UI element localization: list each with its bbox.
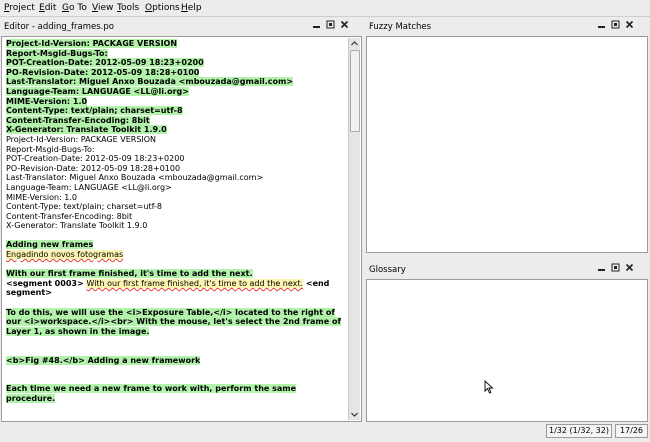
minimize-icon[interactable] bbox=[312, 20, 321, 29]
segment-source: To do this, we will use the <i>Exposure … bbox=[6, 307, 335, 317]
segment-source: our <i>workspace.</i><br> With the mouse… bbox=[6, 317, 341, 327]
fuzzy-matches-panel[interactable] bbox=[366, 36, 648, 253]
menu-project[interactable]: Project bbox=[4, 2, 35, 14]
mouse-pointer-icon bbox=[484, 379, 494, 394]
header-source-line: Content-Type: text/plain; charset=utf-8 bbox=[6, 106, 183, 116]
header-target-line: PO-Revision-Date: 2012-05-09 18:28+0100 bbox=[6, 163, 181, 173]
glossary-pane-controls bbox=[597, 263, 634, 275]
header-target-line: Report-Msgid-Bugs-To: bbox=[6, 144, 95, 154]
menu-goto[interactable]: Go To bbox=[62, 2, 87, 14]
segment-source: Layer 1, as shown in the image. bbox=[6, 326, 150, 336]
status-position: 1/32 (1/32, 32) bbox=[546, 424, 612, 438]
fuzzy-pane-controls bbox=[597, 20, 634, 32]
header-target-line: POT-Creation-Date: 2012-05-09 18:23+0200 bbox=[6, 154, 185, 164]
scrollbar-thumb[interactable] bbox=[350, 50, 360, 132]
menu-tools[interactable]: Tools bbox=[117, 2, 139, 14]
segment-source: Each time we need a new frame to work wi… bbox=[6, 384, 297, 394]
menu-bar: Project Edit Go To View Tools Options He… bbox=[0, 0, 650, 17]
header-target-line: Last-Translator: Miguel Anxo Bouzada <mb… bbox=[6, 173, 264, 183]
header-source-line: POT-Creation-Date: 2012-05-09 18:23+0200 bbox=[6, 58, 204, 68]
header-target-line: Content-Type: text/plain; charset=utf-8 bbox=[6, 202, 162, 212]
restore-icon[interactable] bbox=[611, 263, 620, 272]
header-source-line: MIME-Version: 1.0 bbox=[6, 96, 88, 106]
editor-text-area[interactable]: Project-Id-Version: PACKAGE VERSION Repo… bbox=[4, 39, 347, 419]
glossary-pane-title: Glossary bbox=[369, 265, 406, 275]
editor-scrollbar[interactable] bbox=[348, 38, 360, 420]
segment-end-tag-cont: segment> bbox=[6, 288, 52, 298]
header-target-line: X-Generator: Translate Toolkit 1.9.0 bbox=[6, 221, 148, 231]
editor-pane-title: Editor - adding_frames.po bbox=[4, 22, 114, 32]
close-icon[interactable] bbox=[625, 263, 634, 272]
fuzzy-pane-title: Fuzzy Matches bbox=[369, 22, 432, 32]
editor-pane-controls bbox=[312, 20, 349, 32]
segment-start-tag: <segment 0003> bbox=[6, 278, 84, 288]
segment-target: Engadindo novos fotogramas bbox=[6, 250, 124, 260]
header-source-line: Project-Id-Version: PACKAGE VERSION bbox=[6, 39, 178, 48]
header-source-line: PO-Revision-Date: 2012-05-09 18:28+0100 bbox=[6, 67, 200, 77]
menu-options[interactable]: Options bbox=[145, 2, 180, 14]
header-source-line: Language-Team: LANGUAGE <LL@li.org> bbox=[6, 86, 189, 96]
glossary-panel[interactable] bbox=[366, 279, 648, 422]
scroll-down-arrow-icon[interactable] bbox=[350, 410, 359, 419]
segment-source: With our first frame finished, it's time… bbox=[6, 269, 253, 279]
segment-source: <b>Fig #48.</b> Adding a new framework bbox=[6, 355, 201, 365]
menu-edit[interactable]: Edit bbox=[39, 2, 56, 14]
minimize-icon[interactable] bbox=[597, 20, 606, 29]
header-target-line: MIME-Version: 1.0 bbox=[6, 192, 78, 202]
header-target-line: Language-Team: LANGUAGE <LL@li.org> bbox=[6, 182, 172, 192]
menu-view[interactable]: View bbox=[92, 2, 113, 14]
close-icon[interactable] bbox=[340, 20, 349, 29]
menu-help[interactable]: Help bbox=[181, 2, 202, 14]
header-source-line: X-Generator: Translate Toolkit 1.9.0 bbox=[6, 125, 167, 135]
active-segment[interactable]: <segment 0003> With our first frame fini… bbox=[6, 278, 347, 289]
segment-end-tag: <end bbox=[305, 278, 330, 288]
editor-panel: Project-Id-Version: PACKAGE VERSION Repo… bbox=[1, 36, 362, 422]
header-source-line: Report-Msgid-Bugs-To: bbox=[6, 48, 108, 58]
header-source-line: Last-Translator: Miguel Anxo Bouzada <mb… bbox=[6, 77, 294, 87]
restore-icon[interactable] bbox=[611, 20, 620, 29]
active-segment-text[interactable]: With our first frame finished, it's time… bbox=[86, 278, 304, 288]
segment-source: procedure. bbox=[6, 393, 56, 403]
segment-source: Adding new frames bbox=[6, 240, 94, 250]
status-progress: 17/26 bbox=[615, 424, 648, 438]
header-target-line: Content-Transfer-Encoding: 8bit bbox=[6, 211, 133, 221]
minimize-icon[interactable] bbox=[597, 263, 606, 272]
header-target-line: Project-Id-Version: PACKAGE VERSION bbox=[6, 134, 157, 144]
header-source-line: Content-Transfer-Encoding: 8bit bbox=[6, 115, 150, 125]
close-icon[interactable] bbox=[625, 20, 634, 29]
restore-icon[interactable] bbox=[326, 20, 335, 29]
scroll-up-arrow-icon[interactable] bbox=[350, 39, 359, 48]
